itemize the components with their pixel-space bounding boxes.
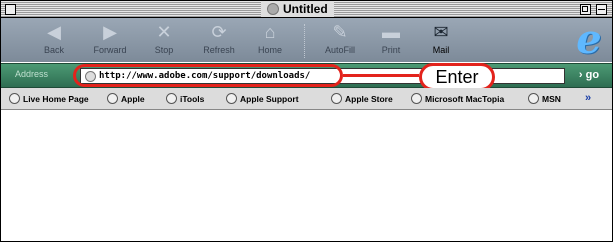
close-box[interactable] xyxy=(5,4,16,15)
favorite-msn[interactable]: MSN xyxy=(528,93,561,104)
toolbar-divider xyxy=(304,24,307,58)
title-bar[interactable]: Untitled xyxy=(1,1,612,18)
favorite-live-home-page[interactable]: Live Home Page xyxy=(9,93,89,104)
favorite-label: Live Home Page xyxy=(23,93,89,104)
window-title-group: Untitled xyxy=(261,1,334,17)
favorite-apple[interactable]: Apple xyxy=(107,93,145,104)
favorite-apple-store[interactable]: Apple Store xyxy=(331,93,393,104)
forward-label: Forward xyxy=(93,45,127,55)
mail-button[interactable]: ✉ Mail xyxy=(416,21,466,61)
print-label: Print xyxy=(381,45,401,55)
enter-callout: Enter xyxy=(419,63,495,91)
refresh-button[interactable]: ⟳ Refresh xyxy=(194,21,244,61)
go-button[interactable]: › go xyxy=(570,68,608,83)
autofill-label: AutoFill xyxy=(324,45,355,55)
address-label: Address xyxy=(15,69,49,79)
favorite-globe-icon xyxy=(107,93,118,104)
ie-logo-icon: e xyxy=(576,16,602,63)
favorite-apple-support[interactable]: Apple Support xyxy=(226,93,299,104)
page-globe-icon xyxy=(267,3,279,15)
favorite-microsoft-mactopia[interactable]: Microsoft MacTopia xyxy=(411,93,504,104)
collapse-box[interactable] xyxy=(596,4,607,15)
refresh-icon: ⟳ xyxy=(211,22,227,42)
favorite-label: Apple xyxy=(121,93,145,104)
favorite-globe-icon xyxy=(528,93,539,104)
home-label: Home xyxy=(257,45,282,55)
forward-button[interactable]: ▶ Forward xyxy=(85,21,135,61)
page-content xyxy=(1,110,612,241)
print-icon: ▬ xyxy=(382,22,400,42)
favorite-globe-icon xyxy=(9,93,20,104)
mail-icon: ✉ xyxy=(433,22,449,42)
callout-connector xyxy=(343,74,419,77)
back-button[interactable]: ◀ Back xyxy=(29,21,79,61)
favorite-globe-icon xyxy=(226,93,237,104)
url-callout-outline xyxy=(73,64,343,87)
favorite-label: Apple Store xyxy=(345,93,393,104)
favorite-globe-icon xyxy=(411,93,422,104)
favorite-label: Apple Support xyxy=(240,93,299,104)
print-button[interactable]: ▬ Print xyxy=(366,21,416,61)
favorite-globe-icon xyxy=(166,93,177,104)
mail-label: Mail xyxy=(432,45,450,55)
back-label: Back xyxy=(43,45,64,55)
stop-icon: ✕ xyxy=(156,22,172,42)
back-arrow-icon: ◀ xyxy=(47,22,61,42)
favorite-globe-icon xyxy=(331,93,342,104)
browser-window: Untitled ◀ Back ▶ Forward ✕ Stop ⟳ Refre… xyxy=(0,0,613,242)
favorite-itools[interactable]: iTools xyxy=(166,93,204,104)
favorite-label: MSN xyxy=(542,93,561,104)
favorite-label: Microsoft MacTopia xyxy=(425,93,505,104)
autofill-button[interactable]: ✎ AutoFill xyxy=(315,21,365,61)
zoom-box[interactable] xyxy=(580,4,591,15)
more-favorites-icon[interactable]: » xyxy=(585,92,591,104)
autofill-icon: ✎ xyxy=(332,22,348,42)
home-icon: ⌂ xyxy=(264,22,276,42)
home-button[interactable]: ⌂ Home xyxy=(245,21,295,61)
window-title: Untitled xyxy=(283,2,328,16)
favorite-label: iTools xyxy=(180,93,205,104)
favorites-bar: Live Home Page Apple iTools Apple Suppor… xyxy=(1,88,612,110)
forward-arrow-icon: ▶ xyxy=(103,22,117,42)
stop-label: Stop xyxy=(154,45,174,55)
toolbar: ◀ Back ▶ Forward ✕ Stop ⟳ Refresh ⌂ Home… xyxy=(1,18,612,62)
stop-button[interactable]: ✕ Stop xyxy=(139,21,189,61)
refresh-label: Refresh xyxy=(203,45,235,55)
